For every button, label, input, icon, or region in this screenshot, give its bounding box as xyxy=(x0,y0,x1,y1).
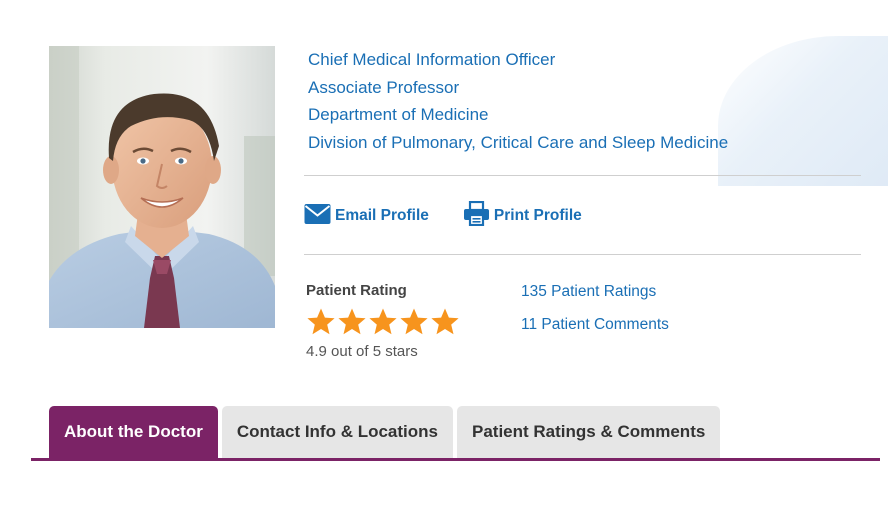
title-line[interactable]: Department of Medicine xyxy=(308,101,728,129)
tab-underline xyxy=(31,458,880,461)
title-line[interactable]: Associate Professor xyxy=(308,74,728,102)
patient-comments-link[interactable]: 11 Patient Comments xyxy=(521,315,669,335)
profile-tabs: About the Doctor Contact Info & Location… xyxy=(49,406,721,458)
tab-about-the-doctor[interactable]: About the Doctor xyxy=(49,406,218,458)
rating-summary: 4.9 out of 5 stars xyxy=(306,343,418,360)
print-profile-label: Print Profile xyxy=(493,207,582,224)
email-profile-label: Email Profile xyxy=(335,207,429,224)
printer-icon xyxy=(463,200,490,231)
doctor-profile-page: Chief Medical Information Officer Associ… xyxy=(0,0,888,507)
rating-label: Patient Rating xyxy=(306,282,407,299)
divider xyxy=(304,254,861,255)
tab-contact-info-locations[interactable]: Contact Info & Locations xyxy=(221,406,453,458)
profile-actions: Email Profile Print Profile xyxy=(304,200,582,231)
title-line[interactable]: Division of Pulmonary, Critical Care and… xyxy=(308,129,728,157)
star-icon xyxy=(306,307,336,336)
background-decoration xyxy=(718,36,888,186)
doctor-portrait-image xyxy=(49,46,275,328)
tab-patient-ratings-comments[interactable]: Patient Ratings & Comments xyxy=(457,406,721,458)
star-icon xyxy=(399,307,429,336)
patient-rating: Patient Rating 4.9 out of 5 stars xyxy=(306,282,460,360)
divider xyxy=(304,175,861,176)
patient-ratings-link[interactable]: 135 Patient Ratings xyxy=(521,282,669,302)
email-profile-button[interactable]: Email Profile xyxy=(304,203,429,230)
envelope-icon xyxy=(304,203,331,230)
title-line[interactable]: Chief Medical Information Officer xyxy=(308,46,728,74)
print-profile-button[interactable]: Print Profile xyxy=(463,200,582,231)
star-icon xyxy=(368,307,398,336)
star-icon xyxy=(430,307,460,336)
rating-links: 135 Patient Ratings 11 Patient Comments xyxy=(521,282,669,348)
doctor-titles: Chief Medical Information Officer Associ… xyxy=(308,46,728,156)
star-icon xyxy=(337,307,367,336)
doctor-photo xyxy=(49,46,275,328)
star-rating xyxy=(306,305,460,337)
